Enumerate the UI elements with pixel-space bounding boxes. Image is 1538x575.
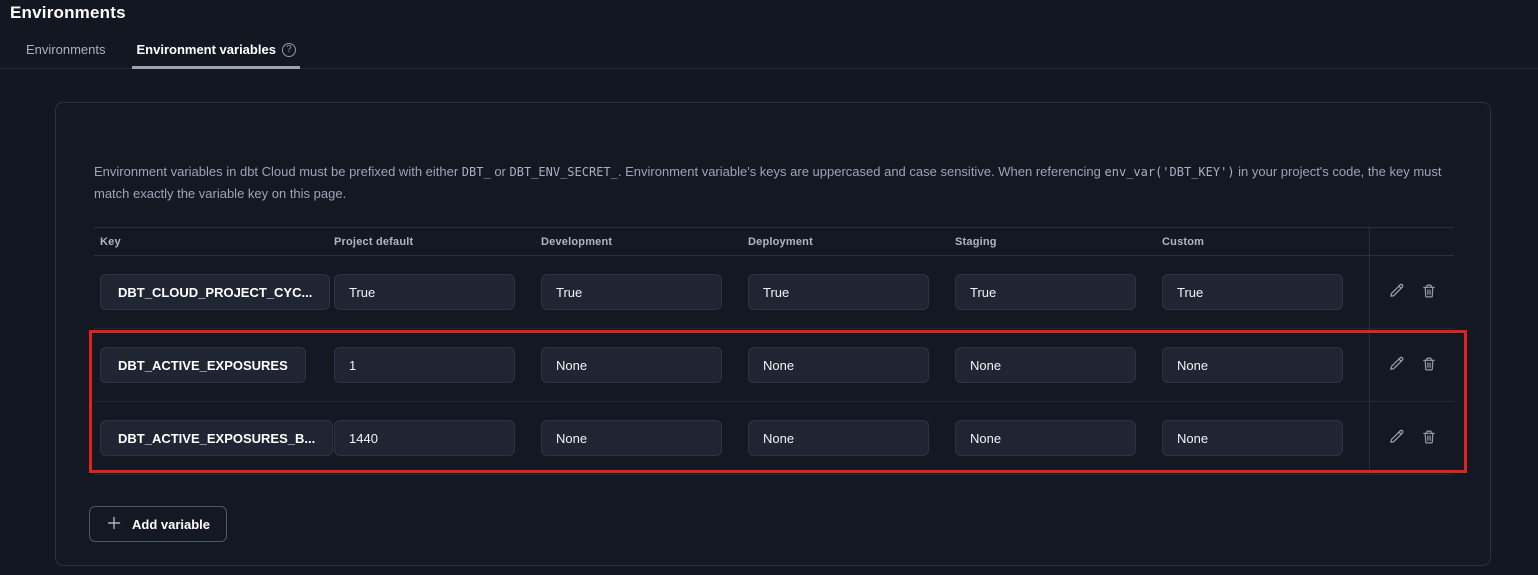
- variable-key-pill: DBT_CLOUD_PROJECT_CYC...: [100, 274, 330, 310]
- variable-value-project-default: 1440: [334, 420, 515, 456]
- variable-value-staging: None: [955, 420, 1136, 456]
- plus-icon: [106, 515, 122, 534]
- page-title: Environments: [0, 0, 1538, 23]
- add-variable-label: Add variable: [132, 517, 210, 532]
- variable-value-project-default: True: [334, 274, 515, 310]
- variable-value-custom: True: [1162, 274, 1343, 310]
- variable-value-custom: None: [1162, 347, 1343, 383]
- trash-icon: [1421, 283, 1437, 302]
- code-snippet-secret-prefix: DBT_ENV_SECRET_: [510, 165, 618, 179]
- row-actions: [1369, 402, 1454, 474]
- code-snippet-env-var: env_var('DBT_KEY'): [1105, 165, 1235, 179]
- column-header-development: Development: [541, 228, 748, 255]
- tab-environment-variables[interactable]: Environment variables: [132, 42, 299, 69]
- description-text: Environment variables in dbt Cloud must …: [94, 161, 1452, 204]
- variable-value-staging: True: [955, 274, 1136, 310]
- table-row: DBT_ACTIVE_EXPOSURES 1 None None None No…: [94, 329, 1454, 402]
- column-header-project-default: Project default: [334, 228, 541, 255]
- add-variable-button[interactable]: Add variable: [89, 506, 227, 542]
- description-segment: Environment variables in dbt Cloud must …: [94, 164, 462, 179]
- variables-table: Key Project default Development Deployme…: [94, 227, 1454, 475]
- delete-variable-button[interactable]: [1421, 429, 1437, 448]
- column-header-custom: Custom: [1162, 228, 1369, 255]
- trash-icon: [1421, 356, 1437, 375]
- page: Environments Environments Environment va…: [0, 0, 1538, 566]
- variable-value-development: None: [541, 347, 722, 383]
- variable-value-deployment: None: [748, 420, 929, 456]
- delete-variable-button[interactable]: [1421, 283, 1437, 302]
- variable-value-deployment: True: [748, 274, 929, 310]
- edit-variable-button[interactable]: [1388, 282, 1405, 302]
- description-segment: or: [491, 164, 510, 179]
- tab-bar: Environments Environment variables: [0, 42, 1538, 69]
- variable-value-development: True: [541, 274, 722, 310]
- question-circle-icon[interactable]: [282, 43, 296, 57]
- row-actions: [1369, 329, 1454, 401]
- variable-key-pill: DBT_ACTIVE_EXPOSURES_B...: [100, 420, 333, 456]
- column-header-key: Key: [94, 228, 334, 255]
- variable-value-custom: None: [1162, 420, 1343, 456]
- variable-value-deployment: None: [748, 347, 929, 383]
- variable-key-pill: DBT_ACTIVE_EXPOSURES: [100, 347, 306, 383]
- variable-value-development: None: [541, 420, 722, 456]
- column-header-actions: [1369, 228, 1454, 255]
- tab-environments[interactable]: Environments: [22, 42, 109, 69]
- tab-label: Environments: [26, 42, 105, 57]
- row-actions: [1369, 256, 1454, 328]
- edit-variable-button[interactable]: [1388, 355, 1405, 375]
- column-header-staging: Staging: [955, 228, 1162, 255]
- table-row: DBT_ACTIVE_EXPOSURES_B... 1440 None None…: [94, 402, 1454, 475]
- trash-icon: [1421, 429, 1437, 448]
- pencil-icon: [1388, 355, 1405, 375]
- table-row: DBT_CLOUD_PROJECT_CYC... True True True …: [94, 256, 1454, 329]
- tab-label: Environment variables: [136, 42, 275, 57]
- variable-value-staging: None: [955, 347, 1136, 383]
- table-header-row: Key Project default Development Deployme…: [94, 228, 1454, 256]
- pencil-icon: [1388, 282, 1405, 302]
- environment-variables-card: Environment variables in dbt Cloud must …: [55, 102, 1491, 566]
- code-snippet-dbt-prefix: DBT_: [462, 165, 491, 179]
- description-segment: . Environment variable's keys are upperc…: [618, 164, 1105, 179]
- variable-value-project-default: 1: [334, 347, 515, 383]
- edit-variable-button[interactable]: [1388, 428, 1405, 448]
- delete-variable-button[interactable]: [1421, 356, 1437, 375]
- column-header-deployment: Deployment: [748, 228, 955, 255]
- pencil-icon: [1388, 428, 1405, 448]
